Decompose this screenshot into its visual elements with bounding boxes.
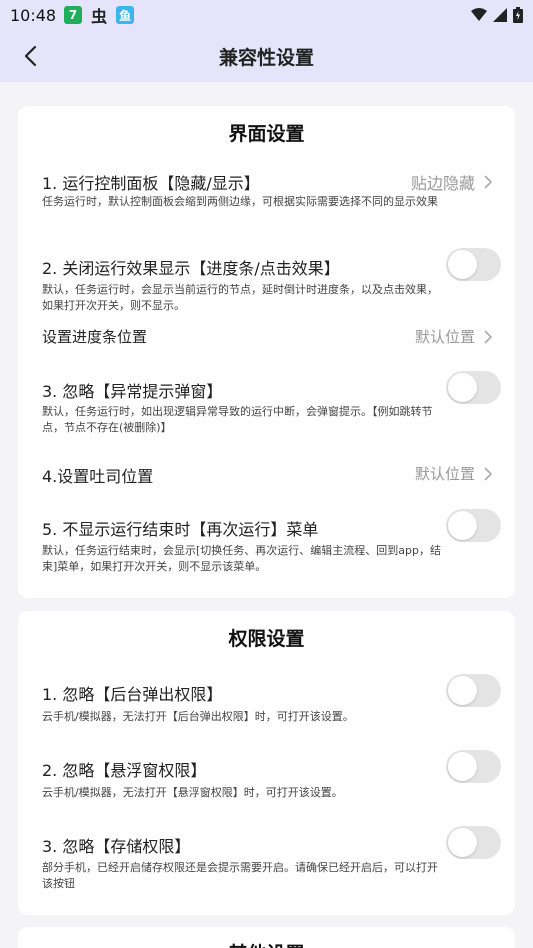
toast-position-selector[interactable]: 默认位置	[415, 463, 493, 484]
fish-notification-icon: 鱼	[116, 6, 135, 24]
status-bar: 10:48 7 虫 鱼	[0, 0, 533, 30]
progress-effect-toggle[interactable]	[446, 248, 501, 281]
section-title: 界面设置	[228, 123, 305, 145]
toast-position-value: 默认位置	[414, 465, 475, 483]
battery-icon	[513, 7, 523, 23]
section-title: 其他设置	[18, 939, 515, 948]
progress-position-title: 设置进度条位置	[42, 328, 148, 346]
floating-window-toggle[interactable]	[446, 750, 501, 783]
section-title: 权限设置	[228, 628, 305, 650]
storage-permission-desc: 部分手机，已经开启储存权限还是会提示需要开启。请确保已经开启后，可以打开该按钮	[42, 861, 438, 890]
rerun-menu-toggle[interactable]	[446, 509, 501, 542]
control-panel-title: 1. 运行控制面板【隐藏/显示】	[42, 174, 260, 193]
progress-effect-desc: 默认，任务运行时，会显示当前运行的节点，延时倒计时进度条，以及点击效果，如果打开…	[42, 283, 438, 312]
toggle-knob	[448, 250, 477, 279]
toggle-knob	[448, 373, 477, 402]
rerun-menu-title: 5. 不显示运行结束时【再次运行】菜单	[42, 520, 319, 539]
signal-icon	[493, 8, 507, 22]
permission-settings-card: 权限设置 1. 忽略【后台弹出权限】 云手机/模拟器，无法打开【后台弹出权限】时…	[18, 611, 515, 915]
interface-settings-card: 界面设置 1. 运行控制面板【隐藏/显示】 贴边隐藏 任务运行时，默认控制面板会…	[18, 106, 515, 598]
rerun-menu-desc: 默认，任务运行结束时，会显示[切换任务、再次运行、编辑主流程、回到app，结束]…	[42, 544, 441, 573]
chevron-right-icon	[484, 175, 493, 189]
toggle-knob	[448, 676, 477, 705]
control-panel-value: 贴边隐藏	[410, 174, 475, 193]
toggle-knob	[448, 511, 477, 540]
error-popup-desc: 默认，任务运行时，如出现逻辑异常导致的运行中断，会弹窗提示。【例如跳转节点，节点…	[42, 405, 433, 434]
floating-window-desc: 云手机/模拟器，无法打开【悬浮窗权限】时，可打开该设置。	[42, 786, 343, 799]
progress-position-value: 默认位置	[414, 328, 475, 346]
chevron-right-icon	[484, 466, 493, 481]
app-bar: 兼容性设置	[0, 30, 533, 82]
storage-permission-toggle[interactable]	[446, 826, 501, 859]
progress-position-selector[interactable]: 默认位置	[415, 326, 493, 347]
status-time: 10:48	[10, 5, 57, 25]
page-title: 兼容性设置	[218, 46, 314, 69]
toast-position-title: 4.设置吐司位置	[42, 467, 154, 486]
toggle-knob	[448, 828, 477, 857]
control-panel-desc: 任务运行时，默认控制面板会缩到两侧边缘，可根据实际需要选择不同的显示效果	[42, 195, 438, 208]
background-popup-desc: 云手机/模拟器，无法打开【后台弹出权限】时，可打开该设置。	[42, 710, 354, 723]
back-button[interactable]	[16, 42, 44, 70]
floating-window-title: 2. 忽略【悬浮窗权限】	[42, 761, 207, 780]
wifi-icon	[471, 8, 487, 21]
toggle-knob	[448, 752, 477, 781]
storage-permission-title: 3. 忽略【存储权限】	[42, 837, 191, 856]
bug-notification-icon: 虫	[91, 7, 108, 26]
background-popup-toggle[interactable]	[446, 674, 501, 707]
back-arrow-icon	[24, 45, 37, 67]
app-notification-icon: 7	[64, 6, 83, 24]
other-settings-card: 其他设置	[18, 927, 515, 948]
error-popup-title: 3. 忽略【异常提示弹窗】	[42, 382, 223, 401]
error-popup-toggle[interactable]	[446, 371, 501, 404]
background-popup-title: 1. 忽略【后台弹出权限】	[42, 685, 223, 704]
chevron-right-icon	[484, 329, 493, 344]
control-panel-selector[interactable]: 贴边隐藏	[411, 170, 493, 194]
progress-effect-title: 2. 关闭运行效果显示【进度条/点击效果】	[42, 259, 340, 278]
